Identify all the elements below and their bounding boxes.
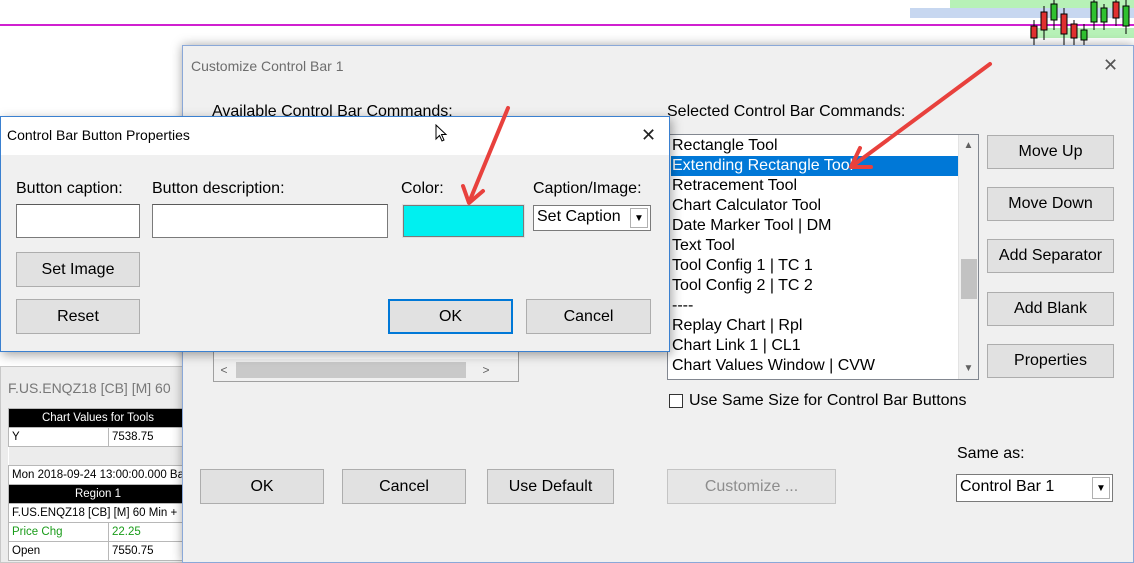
same-as-select[interactable]: Control Bar 1 ▼: [956, 474, 1113, 502]
region-header: Region 1: [8, 484, 188, 504]
close-icon[interactable]: ✕: [1103, 56, 1118, 74]
chart-values-timestamp: Mon 2018-09-24 13:00:00.000 Ba: [8, 465, 188, 485]
list-item[interactable]: Chart Calculator Tool: [671, 196, 958, 216]
chevron-down-icon[interactable]: ▼: [630, 208, 648, 228]
reset-button[interactable]: Reset: [16, 299, 140, 334]
use-default-button[interactable]: Use Default: [487, 469, 614, 504]
same-as-label: Same as:: [957, 445, 1025, 462]
list-item[interactable]: Tool Config 2 | TC 2: [671, 276, 958, 296]
selected-commands-label: Selected Control Bar Commands:: [667, 103, 906, 120]
caption-image-select[interactable]: Set Caption ▼: [533, 205, 651, 231]
button-caption-input[interactable]: [16, 204, 140, 238]
move-up-button[interactable]: Move Up: [987, 135, 1114, 169]
scroll-left-icon[interactable]: <: [214, 359, 234, 381]
list-item-selected[interactable]: Extending Rectangle Tool: [671, 156, 958, 176]
dialog-title: Customize Control Bar 1: [191, 58, 344, 74]
button-description-label: Button description:: [152, 180, 285, 197]
mouse-pointer-icon: [435, 124, 448, 142]
dialog-title: Control Bar Button Properties: [7, 127, 190, 143]
set-image-button[interactable]: Set Image: [16, 252, 140, 287]
cancel-button[interactable]: Cancel: [526, 299, 651, 334]
table-row: Y 7538.75: [8, 427, 188, 447]
list-item[interactable]: Chart Values Window | CVW: [671, 356, 958, 376]
same-as-value: Control Bar 1: [960, 478, 1055, 495]
chevron-up-icon[interactable]: ▲: [959, 137, 978, 154]
same-size-checkbox-label: Use Same Size for Control Bar Buttons: [689, 392, 967, 409]
table-cell-label: Y: [8, 427, 109, 447]
table-cell-value: 7550.75: [108, 541, 188, 561]
selected-commands-list[interactable]: Rectangle Tool Extending Rectangle Tool …: [667, 134, 979, 380]
chevron-down-icon[interactable]: ▼: [1092, 477, 1110, 499]
same-size-checkbox[interactable]: [669, 394, 683, 408]
table-cell-value: 7538.75: [108, 427, 188, 447]
chevron-down-icon[interactable]: ▼: [959, 360, 978, 377]
horizontal-scrollbar[interactable]: < >: [214, 359, 518, 381]
table-cell-label: Open: [8, 541, 109, 561]
close-icon[interactable]: ✕: [641, 126, 656, 144]
chart-values-header: Chart Values for Tools: [8, 408, 188, 428]
customize-button[interactable]: Customize ...: [667, 469, 836, 504]
list-item-separator[interactable]: ----: [671, 296, 958, 316]
scrollbar-thumb[interactable]: [236, 362, 466, 378]
scrollbar-thumb[interactable]: [961, 259, 977, 299]
cancel-button[interactable]: Cancel: [342, 469, 466, 504]
vertical-scrollbar[interactable]: ▲ ▼: [958, 135, 978, 379]
button-caption-label: Button caption:: [16, 180, 123, 197]
add-blank-button[interactable]: Add Blank: [987, 292, 1114, 326]
chart-candles-top-right: [910, 0, 1134, 48]
list-item[interactable]: Tool Config 1 | TC 1: [671, 256, 958, 276]
table-row: Open 7550.75: [8, 541, 188, 561]
caption-image-label: Caption/Image:: [533, 180, 642, 197]
chart-values-table: Chart Values for Tools Y 7538.75 Mon 201…: [8, 408, 188, 561]
properties-button[interactable]: Properties: [987, 344, 1114, 378]
ok-button[interactable]: OK: [388, 299, 513, 334]
color-label: Color:: [401, 180, 444, 197]
chart-title: F.US.ENQZ18 [CB] [M] 60: [8, 380, 171, 396]
list-item[interactable]: Retracement Tool: [671, 176, 958, 196]
table-cell-label: Price Chg: [8, 522, 109, 542]
add-separator-button[interactable]: Add Separator: [987, 239, 1114, 273]
color-swatch[interactable]: [402, 204, 525, 238]
list-item[interactable]: Date Marker Tool | DM: [671, 216, 958, 236]
scroll-right-icon[interactable]: >: [476, 359, 496, 381]
list-item[interactable]: Chart Link 1 | CL1: [671, 336, 958, 356]
table-cell-value: 22.25: [108, 522, 188, 542]
ok-button[interactable]: OK: [200, 469, 324, 504]
list-item[interactable]: Rectangle Tool: [671, 136, 958, 156]
list-item[interactable]: Text Tool: [671, 236, 958, 256]
chart-values-symbol: F.US.ENQZ18 [CB] [M] 60 Min +: [8, 503, 188, 523]
button-description-input[interactable]: [152, 204, 388, 238]
caption-image-value: Set Caption: [537, 208, 621, 225]
table-row: Price Chg 22.25: [8, 522, 188, 542]
list-item[interactable]: Replay Chart | Rpl: [671, 316, 958, 336]
move-down-button[interactable]: Move Down: [987, 187, 1114, 221]
